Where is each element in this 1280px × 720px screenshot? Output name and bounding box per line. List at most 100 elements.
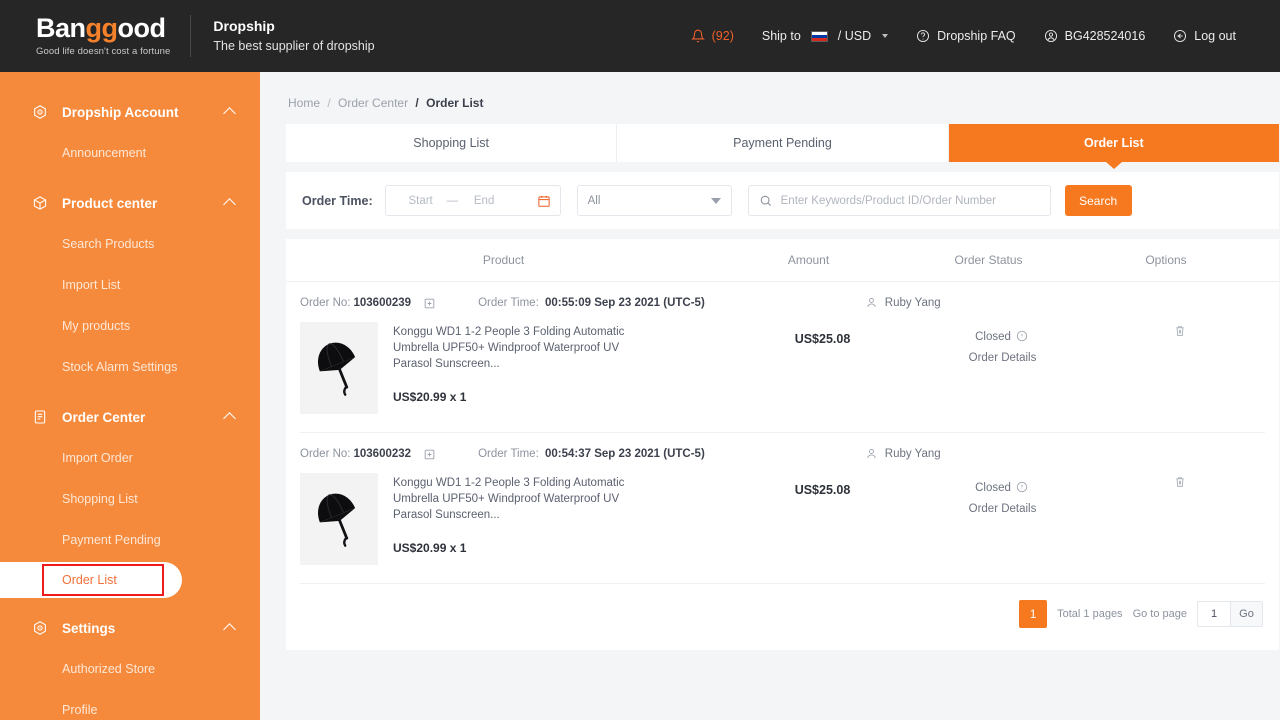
product-thumbnail[interactable] bbox=[300, 473, 378, 565]
product-thumbnail[interactable] bbox=[300, 322, 378, 414]
product-name[interactable]: Konggu WD1 1-2 People 3 Folding Automati… bbox=[393, 475, 661, 523]
date-range-dash: — bbox=[446, 194, 459, 207]
sidebar-item-label: Shopping List bbox=[62, 491, 138, 506]
main-content: Home / Order Center / Order List Shoppin… bbox=[260, 72, 1280, 720]
brand-block: Banggood Good life doesn't cost a fortun… bbox=[0, 15, 375, 57]
product-price: US$20.99 x 1 bbox=[393, 541, 467, 555]
go-to-page-input[interactable] bbox=[1198, 602, 1230, 626]
product-name[interactable]: Konggu WD1 1-2 People 3 Folding Automati… bbox=[393, 324, 661, 372]
sidebar: Dropship Account Announcement Product ce… bbox=[0, 72, 260, 720]
search-input[interactable] bbox=[780, 194, 1040, 207]
order-no-label: Order No: bbox=[300, 297, 351, 309]
order-status-cell: Closed Order Details bbox=[910, 322, 1095, 414]
faq-label: Dropship FAQ bbox=[937, 29, 1016, 43]
chevron-up-icon bbox=[223, 198, 236, 211]
sidebar-item-label: Import List bbox=[62, 277, 121, 292]
sidebar-item-label: My products bbox=[62, 318, 131, 333]
account-menu[interactable]: BG428524016 bbox=[1030, 29, 1160, 43]
order-details-link[interactable]: Order Details bbox=[910, 352, 1095, 364]
sidebar-item-stock-alarm-settings[interactable]: Stock Alarm Settings bbox=[0, 346, 260, 387]
sidebar-group-label: Product center bbox=[62, 195, 158, 211]
sidebar-item-profile[interactable]: Profile bbox=[0, 689, 260, 720]
order-no-value: 103600232 bbox=[353, 448, 412, 460]
sidebar-item-label: Search Products bbox=[62, 236, 155, 251]
sidebar-item-search-products[interactable]: Search Products bbox=[0, 223, 260, 264]
order-status-select[interactable]: All bbox=[576, 185, 732, 216]
order-time-range-picker[interactable]: Start — End bbox=[384, 185, 561, 216]
banggood-logo[interactable]: Banggood Good life doesn't cost a fortun… bbox=[36, 15, 170, 58]
sidebar-group-order-center[interactable]: Order Center bbox=[0, 397, 260, 437]
logo-part-3: ood bbox=[117, 13, 166, 43]
page-button-1[interactable]: 1 bbox=[1019, 600, 1048, 628]
help-circle-icon[interactable] bbox=[1016, 330, 1030, 344]
search-icon bbox=[759, 194, 773, 208]
dropship-faq-link[interactable]: Dropship FAQ bbox=[902, 29, 1030, 43]
order-time-value: 00:54:37 Sep 23 2021 (UTC-5) bbox=[544, 448, 705, 460]
chevron-down-icon bbox=[882, 34, 889, 38]
sidebar-item-shopping-list[interactable]: Shopping List bbox=[0, 478, 260, 519]
currency-label: / USD bbox=[837, 29, 872, 43]
order-body: Konggu WD1 1-2 People 3 Folding Automati… bbox=[300, 473, 1265, 565]
tab-payment-pending[interactable]: Payment Pending bbox=[617, 124, 949, 162]
user-icon bbox=[865, 447, 879, 461]
sidebar-item-announcement[interactable]: Announcement bbox=[0, 132, 260, 173]
sidebar-group-dropship-account[interactable]: Dropship Account bbox=[0, 92, 260, 132]
product-price: US$20.99 x 1 bbox=[393, 390, 467, 404]
breadcrumb-order-center[interactable]: Order Center bbox=[338, 96, 408, 110]
delete-icon[interactable] bbox=[1173, 324, 1187, 338]
sidebar-item-label: Profile bbox=[62, 702, 98, 717]
sidebar-group-settings[interactable]: Settings bbox=[0, 608, 260, 648]
column-header-product: Product bbox=[482, 253, 525, 267]
start-date-input[interactable]: Start bbox=[395, 195, 447, 207]
sidebar-item-my-products[interactable]: My products bbox=[0, 305, 260, 346]
logout-button[interactable]: Log out bbox=[1159, 29, 1250, 43]
ship-to-label: Ship to bbox=[761, 29, 801, 43]
table-row: Order No: 103600232 Order Time: 00:54:37… bbox=[286, 433, 1279, 584]
order-table: Product Amount Order Status Options Orde… bbox=[286, 239, 1279, 650]
help-circle-icon[interactable] bbox=[1016, 481, 1030, 495]
breadcrumb-home[interactable]: Home bbox=[288, 96, 320, 110]
breadcrumb: Home / Order Center / Order List bbox=[286, 72, 1279, 124]
logout-label: Log out bbox=[1194, 29, 1236, 43]
go-button[interactable]: Go bbox=[1230, 602, 1262, 626]
order-no-value: 103600239 bbox=[353, 297, 412, 309]
sidebar-item-import-order[interactable]: Import Order bbox=[0, 437, 260, 478]
notifications-button[interactable]: (92) bbox=[677, 29, 748, 43]
copy-icon[interactable] bbox=[423, 448, 436, 461]
order-time-group: Order Time: 00:55:09 Sep 23 2021 (UTC-5) bbox=[478, 297, 705, 309]
logo-wordmark: Banggood bbox=[36, 15, 166, 42]
account-id: BG428524016 bbox=[1064, 29, 1146, 43]
chevron-up-icon bbox=[223, 107, 236, 120]
brand-title: Dropship bbox=[213, 18, 275, 35]
ship-to-selector[interactable]: Ship to / USD bbox=[748, 29, 902, 43]
end-date-input[interactable]: End bbox=[458, 195, 510, 207]
go-to-page-control[interactable]: Go bbox=[1197, 601, 1263, 627]
order-meta: Order No: 103600232 Order Time: 00:54:37… bbox=[300, 447, 1265, 461]
calendar-icon[interactable] bbox=[537, 194, 551, 208]
search-field-wrapper[interactable] bbox=[747, 185, 1051, 216]
sidebar-item-payment-pending[interactable]: Payment Pending bbox=[0, 519, 260, 560]
sidebar-group-label: Settings bbox=[62, 620, 116, 636]
chevron-up-icon bbox=[223, 412, 236, 425]
copy-icon[interactable] bbox=[423, 297, 436, 310]
gear-icon bbox=[32, 620, 48, 636]
sidebar-group-label: Order Center bbox=[62, 409, 146, 425]
sidebar-group-label: Dropship Account bbox=[62, 104, 179, 120]
sidebar-item-order-list[interactable]: Order List bbox=[0, 562, 182, 598]
logo-part-2: gg bbox=[85, 13, 119, 43]
search-button[interactable]: Search bbox=[1064, 185, 1132, 216]
sidebar-item-import-list[interactable]: Import List bbox=[0, 264, 260, 305]
tab-order-list[interactable]: Order List bbox=[948, 124, 1279, 162]
order-details-link[interactable]: Order Details bbox=[910, 503, 1095, 515]
delete-icon[interactable] bbox=[1173, 475, 1187, 489]
sidebar-item-label: Announcement bbox=[62, 145, 147, 160]
clipboard-icon bbox=[32, 409, 48, 425]
sidebar-item-authorized-store[interactable]: Authorized Store bbox=[0, 648, 260, 689]
tab-label: Shopping List bbox=[413, 136, 490, 150]
product-info: Konggu WD1 1-2 People 3 Folding Automati… bbox=[393, 322, 661, 414]
order-body: Konggu WD1 1-2 People 3 Folding Automati… bbox=[300, 322, 1265, 414]
pagination: 1 Total 1 pages Go to page Go bbox=[286, 584, 1279, 650]
tab-shopping-list[interactable]: Shopping List bbox=[286, 124, 618, 162]
sidebar-group-product-center[interactable]: Product center bbox=[0, 183, 260, 223]
user-icon bbox=[865, 296, 879, 310]
